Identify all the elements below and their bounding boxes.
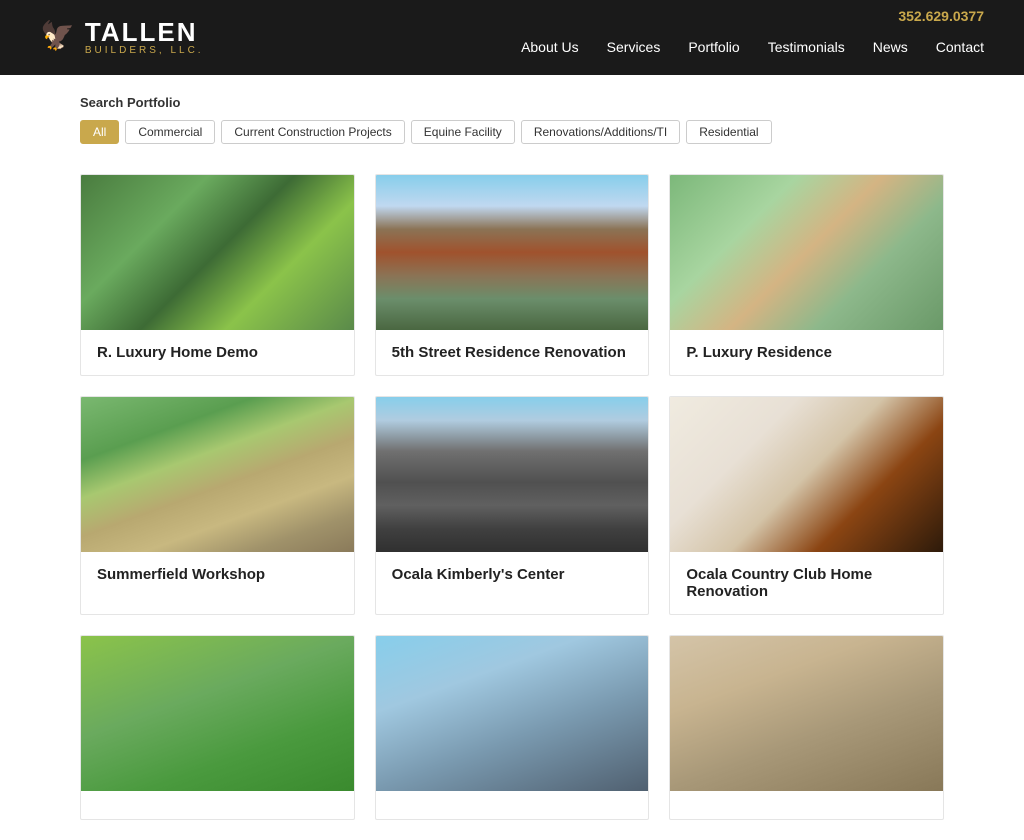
filter-residential[interactable]: Residential xyxy=(686,120,771,144)
filter-renovations[interactable]: Renovations/Additions/TI xyxy=(521,120,680,144)
nav-portfolio[interactable]: Portfolio xyxy=(688,39,739,55)
project-title xyxy=(376,791,649,819)
nav-news[interactable]: News xyxy=(873,39,908,55)
project-card[interactable] xyxy=(80,635,355,820)
project-title: Summerfield Workshop xyxy=(81,552,354,597)
site-header: 🦅 TALLEN BUILDERS, LLC. 352.629.0377 Abo… xyxy=(0,0,1024,75)
project-title: R. Luxury Home Demo xyxy=(81,330,354,375)
project-card[interactable]: R. Luxury Home Demo xyxy=(80,174,355,376)
nav-testimonials[interactable]: Testimonials xyxy=(768,39,845,55)
project-image xyxy=(376,175,649,330)
project-card[interactable]: Ocala Kimberly's Center xyxy=(375,396,650,615)
filter-equine[interactable]: Equine Facility xyxy=(411,120,515,144)
project-title: 5th Street Residence Renovation xyxy=(376,330,649,375)
phone-number[interactable]: 352.629.0377 xyxy=(898,8,984,24)
nav-services[interactable]: Services xyxy=(607,39,661,55)
bird-icon: 🦅 xyxy=(40,19,75,52)
logo-area: 🦅 TALLEN BUILDERS, LLC. xyxy=(40,19,204,56)
main-nav: About Us Services Portfolio Testimonials… xyxy=(521,39,984,55)
project-card[interactable]: Summerfield Workshop xyxy=(80,396,355,615)
project-image xyxy=(81,397,354,552)
project-title xyxy=(81,791,354,819)
logo-sub: BUILDERS, LLC. xyxy=(85,45,204,56)
project-card[interactable] xyxy=(375,635,650,820)
project-image xyxy=(670,397,943,552)
filter-tabs: All Commercial Current Construction Proj… xyxy=(80,120,944,144)
project-image xyxy=(376,636,649,791)
search-portfolio-label: Search Portfolio xyxy=(80,95,944,110)
project-image xyxy=(81,175,354,330)
project-card[interactable]: P. Luxury Residence xyxy=(669,174,944,376)
project-card[interactable]: 5th Street Residence Renovation xyxy=(375,174,650,376)
project-title xyxy=(670,791,943,819)
project-image xyxy=(81,636,354,791)
project-image xyxy=(670,175,943,330)
project-title: Ocala Kimberly's Center xyxy=(376,552,649,597)
project-card[interactable] xyxy=(669,635,944,820)
filter-all[interactable]: All xyxy=(80,120,119,144)
projects-grid: R. Luxury Home Demo 5th Street Residence… xyxy=(0,174,1024,840)
portfolio-section: Search Portfolio All Commercial Current … xyxy=(0,75,1024,174)
project-image xyxy=(670,636,943,791)
project-title: Ocala Country Club Home Renovation xyxy=(670,552,943,614)
nav-contact[interactable]: Contact xyxy=(936,39,984,55)
filter-current-construction[interactable]: Current Construction Projects xyxy=(221,120,404,144)
filter-commercial[interactable]: Commercial xyxy=(125,120,215,144)
nav-about[interactable]: About Us xyxy=(521,39,579,55)
logo-text: TALLEN BUILDERS, LLC. xyxy=(85,19,204,56)
project-title: P. Luxury Residence xyxy=(670,330,943,375)
logo-brand: TALLEN xyxy=(85,19,204,45)
project-card[interactable]: Ocala Country Club Home Renovation xyxy=(669,396,944,615)
project-image xyxy=(376,397,649,552)
